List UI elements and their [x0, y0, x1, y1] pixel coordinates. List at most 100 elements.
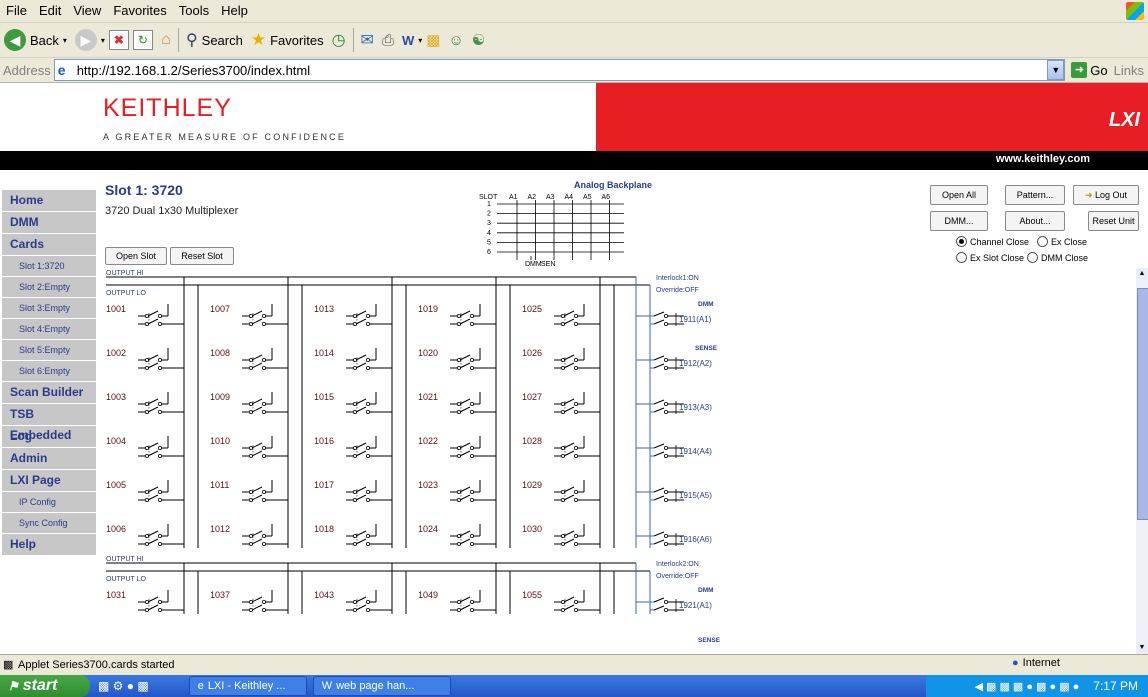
scroll-down-icon[interactable]: ▼	[1137, 643, 1147, 653]
sidebar-item-home[interactable]: Home	[2, 190, 96, 211]
refresh-icon[interactable]: ↻	[132, 30, 153, 50]
website-link[interactable]: www.keithley.com	[996, 153, 1090, 165]
menu-favorites[interactable]: Favorites	[107, 0, 172, 22]
sidebar-item-dmm[interactable]: DMM	[2, 212, 96, 233]
channel-relay[interactable]: 1008	[210, 348, 289, 371]
sidebar-item-help[interactable]: Help	[2, 534, 96, 555]
home-icon[interactable]: ⌂	[157, 31, 175, 49]
quick-launch-icons[interactable]: ▩ ⚙ ● ▩	[98, 679, 149, 693]
backplane-relay[interactable]: 1914(A4)	[636, 443, 712, 458]
channel-relay[interactable]: 1026	[522, 348, 601, 371]
links-button[interactable]: Links	[1114, 63, 1148, 78]
sidebar-item-ip-config[interactable]: IP Config	[2, 492, 96, 512]
channel-relay[interactable]: 1007	[210, 304, 289, 327]
history-icon[interactable]: ◷	[328, 30, 350, 50]
about-button[interactable]: About...	[1005, 211, 1065, 231]
sidebar-item-slot-2-empty[interactable]: Slot 2:Empty	[2, 277, 96, 297]
radio-channel-close[interactable]: Channel Close	[956, 236, 1029, 247]
radio-dmm-close[interactable]: DMM Close	[1027, 252, 1088, 263]
sidebar-item-slot-3-empty[interactable]: Slot 3:Empty	[2, 298, 96, 318]
channel-relay[interactable]: 1001	[106, 304, 185, 327]
channel-relay[interactable]: 1022	[418, 436, 497, 458]
channel-relay[interactable]: 1016	[314, 436, 393, 458]
channel-relay[interactable]: 1018	[314, 524, 393, 546]
menu-file[interactable]: File	[0, 0, 33, 22]
sidebar-item-scan-builder[interactable]: Scan Builder	[2, 382, 96, 403]
back-button[interactable]: ◀ Back ▾	[0, 26, 71, 54]
sidebar-item-lxi-page[interactable]: LXI Page	[2, 470, 96, 491]
menu-view[interactable]: View	[67, 0, 107, 22]
sidebar-item-slot-4-empty[interactable]: Slot 4:Empty	[2, 319, 96, 339]
channel-relay[interactable]: 1017	[314, 480, 393, 502]
channel-relay[interactable]: 1019	[418, 304, 497, 327]
channel-relay[interactable]: 1025	[522, 304, 601, 327]
scroll-up-icon[interactable]: ▲	[1137, 269, 1147, 279]
channel-relay[interactable]: 1012	[210, 524, 289, 546]
channel-relay[interactable]: 1021	[418, 392, 497, 414]
stop-icon[interactable]: ✖	[108, 30, 129, 50]
channel-relay[interactable]: 1024	[418, 524, 497, 546]
channel-relay[interactable]: 1029	[522, 480, 601, 502]
channel-relay[interactable]: 1006	[106, 524, 185, 546]
channel-relay[interactable]: 1027	[522, 392, 601, 414]
sidebar-item-slot-1-3720[interactable]: Slot 1:3720	[2, 256, 96, 276]
backplane-relay[interactable]: 1915(A5)	[636, 487, 712, 502]
vertical-scrollbar[interactable]: ▲ ▼	[1136, 268, 1148, 654]
channel-relay[interactable]: 1013	[314, 304, 393, 327]
reset-unit-button[interactable]: Reset Unit	[1088, 211, 1139, 231]
word-icon[interactable]: W	[398, 33, 418, 48]
tray-icons[interactable]: ◀ ▩ ▩ ▩ ● ▩ ● ▩ ●	[974, 680, 1079, 693]
forward-button[interactable]: ▶ ▾	[71, 26, 109, 54]
channel-relay[interactable]: 1011	[210, 480, 289, 502]
channel-relay[interactable]: 1037	[210, 590, 289, 612]
channel-relay[interactable]: 1015	[314, 392, 393, 414]
dmm-button[interactable]: DMM...	[930, 211, 988, 231]
favorites-button[interactable]: ★ Favorites	[247, 26, 328, 54]
sidebar-item-tsb-embedded[interactable]: TSB Embedded	[2, 404, 96, 442]
sidebar-item-slot-5-empty[interactable]: Slot 5:Empty	[2, 340, 96, 360]
address-dropdown-icon[interactable]: ▼	[1047, 60, 1065, 80]
open-all-button[interactable]: Open All	[930, 185, 988, 205]
channel-relay[interactable]: 1049	[418, 590, 497, 612]
channel-relay[interactable]: 1028	[522, 436, 601, 458]
radio-ex-slot-close[interactable]: Ex Slot Close	[956, 252, 1024, 263]
log-out-button[interactable]: ➜ Log Out	[1073, 185, 1139, 205]
taskbar-item-web-page[interactable]: W web page han...	[312, 676, 451, 696]
channel-relay[interactable]: 1031	[106, 590, 185, 612]
taskbar-item-lxi[interactable]: e LXI - Keithley ...	[188, 676, 307, 696]
go-button[interactable]: ➜ Go	[1065, 62, 1113, 78]
channel-relay[interactable]: 1010	[210, 436, 289, 458]
channel-relay[interactable]: 1003	[106, 392, 185, 414]
sidebar-item-admin[interactable]: Admin	[2, 448, 96, 469]
channel-relay[interactable]: 1043	[314, 590, 393, 612]
channel-relay[interactable]: 1002	[106, 348, 185, 371]
messenger-icon[interactable]: ☺	[444, 32, 467, 49]
channel-relay[interactable]: 1005	[106, 480, 185, 502]
open-slot-button[interactable]: Open Slot	[105, 247, 167, 265]
channel-relay[interactable]: 1004	[106, 436, 185, 458]
backplane-relay[interactable]: 1921(A1) DMM	[636, 587, 714, 612]
backplane-relay[interactable]: 1911(A1) DMM	[636, 301, 714, 327]
network-icon[interactable]: ☯	[468, 31, 489, 49]
folder-icon[interactable]: ▩	[422, 31, 444, 49]
channel-relay[interactable]: 1055	[522, 590, 601, 612]
channel-relay[interactable]: 1014	[314, 348, 393, 371]
address-input[interactable]: e http://192.168.1.2/Series3700/index.ht…	[53, 59, 1066, 81]
backplane-relay[interactable]: 1912(A2) SENSE	[636, 345, 718, 371]
reset-slot-button[interactable]: Reset Slot	[170, 247, 234, 265]
menu-edit[interactable]: Edit	[33, 0, 67, 22]
pattern-button[interactable]: Pattern...	[1005, 185, 1065, 205]
sidebar-item-slot-6-empty[interactable]: Slot 6:Empty	[2, 361, 96, 381]
print-icon[interactable]: ⎙	[378, 32, 398, 49]
channel-relay[interactable]: 1020	[418, 348, 497, 371]
mail-icon[interactable]: ✉	[357, 30, 378, 50]
sidebar-item-sync-config[interactable]: Sync Config	[2, 513, 96, 533]
radio-ex-close[interactable]: Ex Close	[1037, 236, 1087, 247]
channel-relay[interactable]: 1009	[210, 392, 289, 414]
channel-relay[interactable]: 1023	[418, 480, 497, 502]
backplane-relay[interactable]: 1913(A3)	[636, 399, 712, 414]
menu-help[interactable]: Help	[215, 0, 254, 22]
search-button[interactable]: ⚲ Search	[182, 26, 247, 54]
menu-tools[interactable]: Tools	[173, 0, 215, 22]
channel-relay[interactable]: 1030	[522, 524, 601, 546]
